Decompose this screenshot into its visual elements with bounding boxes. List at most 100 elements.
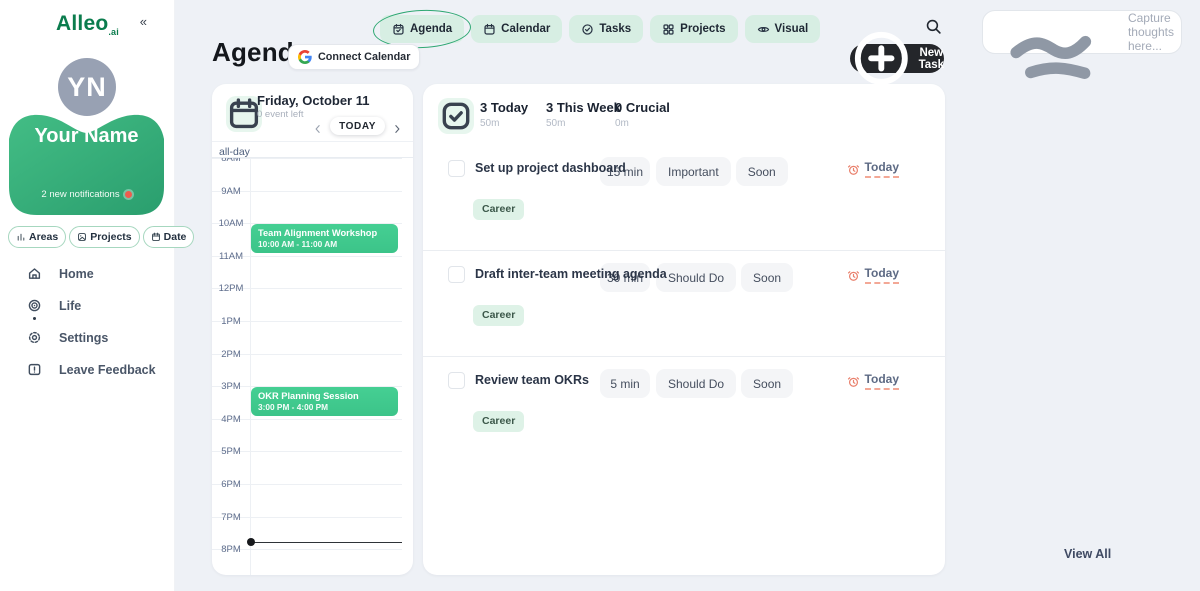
- connect-calendar-label: Connect Calendar: [318, 51, 410, 63]
- hour-label: 2PM: [212, 349, 250, 360]
- tab-label: Tasks: [599, 23, 631, 35]
- sidebar-item-label: Life: [59, 299, 81, 313]
- today-button[interactable]: TODAY: [330, 117, 385, 135]
- calendar-event[interactable]: Team Alignment Workshop10:00 AM - 11:00 …: [251, 224, 398, 253]
- duration-chip[interactable]: 5 min: [600, 369, 650, 398]
- hour-label: 8PM: [212, 544, 250, 555]
- task-checkbox[interactable]: [448, 266, 465, 283]
- hour-label: 3PM: [212, 381, 250, 392]
- priority-chip[interactable]: Should Do: [656, 369, 736, 398]
- filter-date[interactable]: Date: [143, 226, 195, 248]
- tab-calendar[interactable]: Calendar: [471, 15, 562, 43]
- calendar-event[interactable]: OKR Planning Session3:00 PM - 4:00 PM: [251, 387, 398, 416]
- visual-icon: [757, 23, 770, 36]
- notifications[interactable]: 2 new notifications: [9, 189, 164, 200]
- logo-suffix: .ai: [108, 27, 119, 37]
- connect-calendar-button[interactable]: Connect Calendar: [288, 44, 420, 70]
- task-checkbox[interactable]: [448, 160, 465, 177]
- sidebar-item-settings[interactable]: Settings: [27, 330, 156, 345]
- task-reminder[interactable]: Today: [847, 266, 899, 284]
- capture-input[interactable]: Capture thoughts here...: [982, 10, 1182, 54]
- tab-agenda[interactable]: Agenda: [380, 15, 464, 43]
- task-checkbox[interactable]: [448, 372, 465, 389]
- task-chips: ImportantSoon: [656, 157, 788, 186]
- notifications-label: 2 new notifications: [41, 189, 119, 200]
- plus-circle-icon: [850, 27, 913, 90]
- settings-icon: [27, 330, 42, 345]
- when-chip[interactable]: Soon: [741, 263, 793, 292]
- feedback-icon: [27, 362, 42, 377]
- task-row: Review team OKRs5 minShould DoSoonTodayC…: [423, 372, 945, 478]
- hour-label: 7PM: [212, 512, 250, 523]
- stat-group: 3 Today 50m: [480, 100, 528, 129]
- stat-sub: 50m: [546, 118, 621, 129]
- stat-value: 3 Today: [480, 100, 528, 115]
- hour-label: 6PM: [212, 479, 250, 490]
- tab-visual[interactable]: Visual: [745, 15, 821, 43]
- task-title: Set up project dashboard: [475, 161, 626, 175]
- task-row: Draft inter-team meeting agenda30 minSho…: [423, 266, 945, 372]
- pen-scribble-icon: [997, 0, 1120, 93]
- sidebar-item-home[interactable]: Home: [27, 266, 156, 281]
- hour-line: 9AM: [212, 191, 402, 192]
- hour-label: 10AM: [212, 218, 250, 229]
- task-row: Set up project dashboard15 minImportantS…: [423, 160, 945, 266]
- event-time: 3:00 PM - 4:00 PM: [258, 402, 391, 413]
- priority-chip[interactable]: Important: [656, 157, 731, 186]
- tasks-tile: [438, 98, 474, 134]
- grid-icon: [662, 23, 675, 36]
- tab-projects[interactable]: Projects: [650, 15, 737, 43]
- hour-line: 8PM: [212, 549, 402, 550]
- tasks-panel: 3 Today50m3 This Week50m0 Crucial0m Set …: [423, 84, 945, 575]
- priority-chip[interactable]: Should Do: [656, 263, 736, 292]
- avatar[interactable]: YN: [58, 58, 116, 116]
- logo-row: Alleo.ai «: [0, 12, 175, 37]
- sidebar-item-label: Leave Feedback: [59, 363, 156, 377]
- search-icon[interactable]: [925, 18, 942, 35]
- calendar-nav: TODAY: [312, 117, 403, 135]
- task-chips: Should DoSoon: [656, 369, 793, 398]
- hour-label: 9AM: [212, 186, 250, 197]
- reminder-label: Today: [865, 266, 899, 284]
- task-tag[interactable]: Career: [473, 305, 524, 326]
- chevron-left-icon[interactable]: [312, 120, 324, 132]
- filter-areas[interactable]: Areas: [8, 226, 66, 248]
- stat-sub: 50m: [480, 118, 528, 129]
- when-chip[interactable]: Soon: [736, 157, 788, 186]
- calendar-panel: Friday, October 11 0 event left TODAY al…: [212, 84, 413, 575]
- tab-tasks[interactable]: Tasks: [569, 15, 643, 43]
- projects-icon: [77, 232, 87, 242]
- google-icon: [298, 50, 312, 64]
- alarm-icon: [847, 163, 860, 176]
- stat-sub: 0m: [615, 118, 670, 129]
- new-task-button[interactable]: New Task: [850, 44, 944, 73]
- collapse-sidebar-icon[interactable]: «: [140, 14, 147, 29]
- task-tag[interactable]: Career: [473, 411, 524, 432]
- sidebar-item-leave-feedback[interactable]: Leave Feedback: [27, 362, 156, 377]
- task-reminder[interactable]: Today: [847, 372, 899, 390]
- view-all-link[interactable]: View All: [1064, 547, 1111, 561]
- chevron-right-icon[interactable]: [391, 120, 403, 132]
- hour-line: 4PM: [212, 419, 402, 420]
- check-square-icon: [438, 98, 474, 134]
- hour-label: 12PM: [212, 283, 250, 294]
- date-icon: [151, 232, 161, 242]
- sidebar: Alleo.ai « YN Your Name 2 new notificati…: [0, 0, 175, 591]
- filter-label: Areas: [29, 231, 58, 243]
- all-day-row: all-day: [212, 141, 413, 158]
- hour-label: 1PM: [212, 316, 250, 327]
- tab-label: Calendar: [501, 23, 550, 35]
- sidebar-item-life[interactable]: Life: [27, 298, 156, 313]
- event-title: OKR Planning Session: [258, 391, 391, 402]
- task-title: Draft inter-team meeting agenda: [475, 267, 667, 281]
- task-reminder[interactable]: Today: [847, 160, 899, 178]
- notification-dot-icon: [125, 191, 132, 198]
- reminder-label: Today: [865, 372, 899, 390]
- stat-group: 3 This Week50m: [546, 100, 621, 129]
- reminder-label: Today: [865, 160, 899, 178]
- filter-label: Projects: [90, 231, 131, 243]
- filter-projects[interactable]: Projects: [69, 226, 139, 248]
- task-tag[interactable]: Career: [473, 199, 524, 220]
- when-chip[interactable]: Soon: [741, 369, 793, 398]
- hour-line: 5PM: [212, 451, 402, 452]
